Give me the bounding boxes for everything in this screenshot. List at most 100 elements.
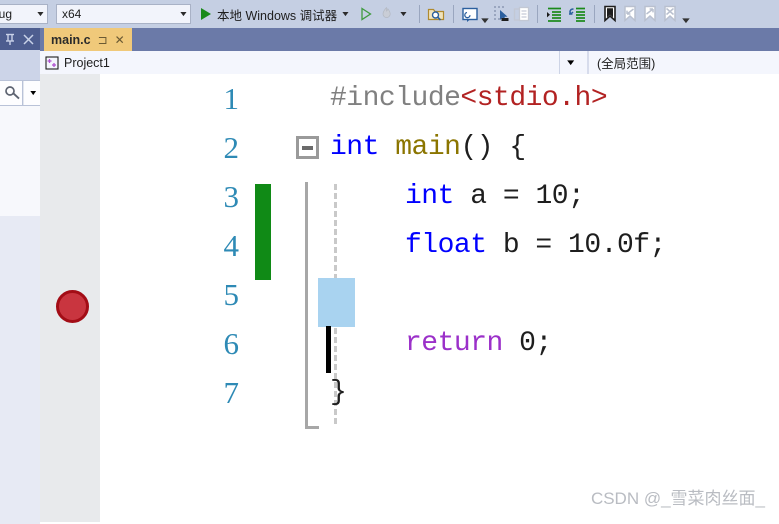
code-line-text: int main() { bbox=[330, 123, 526, 172]
code-editor[interactable]: 1 #include<stdio.h> 2 int main() { 3 int a = … bbox=[40, 74, 779, 522]
scope-selector[interactable]: (全局范围) bbox=[583, 51, 779, 74]
close-icon[interactable] bbox=[22, 33, 35, 46]
line-number: 5 bbox=[223, 277, 240, 312]
code-token: <stdio.h> bbox=[460, 83, 608, 114]
solution-platform-value: x64 bbox=[62, 7, 82, 21]
code-line[interactable]: 1 #include<stdio.h> bbox=[100, 74, 779, 123]
code-token: int bbox=[330, 132, 379, 163]
code-line[interactable]: 5 bbox=[100, 270, 779, 319]
chevron-down-icon[interactable]: ▼ bbox=[554, 51, 589, 74]
line-number: 7 bbox=[223, 375, 240, 410]
uncomment-selection-button[interactable] bbox=[491, 0, 511, 28]
chevron-down-icon: ▼ bbox=[178, 10, 189, 18]
line-number: 4 bbox=[223, 228, 240, 263]
tab-label: main.c bbox=[51, 32, 91, 47]
start-debugging-button[interactable]: 本地 Windows 调试器 ▼ bbox=[191, 0, 356, 28]
code-token: ; bbox=[649, 230, 667, 261]
comment-selection-button[interactable]: ▼ bbox=[459, 0, 491, 28]
solution-configuration-value: bug bbox=[0, 7, 13, 21]
document-tab-strip: main.c ⊐ ✕ bbox=[40, 28, 779, 51]
structure-guide-foot bbox=[305, 426, 319, 429]
close-icon[interactable]: ✕ bbox=[115, 33, 125, 47]
line-number: 6 bbox=[223, 326, 240, 361]
line-number: 2 bbox=[223, 130, 240, 165]
code-token: 0 bbox=[519, 328, 536, 359]
code-token: #include bbox=[330, 83, 461, 114]
code-token: b = bbox=[486, 230, 569, 261]
code-line[interactable]: 7} bbox=[100, 368, 779, 417]
code-line[interactable]: 4 float b = 10.0f; bbox=[100, 221, 779, 270]
left-tool-window-titlebar bbox=[0, 28, 40, 50]
next-bookmark-button[interactable] bbox=[640, 0, 660, 28]
chevron-down-icon[interactable]: ▼ bbox=[340, 11, 350, 18]
breakpoint-gutter[interactable] bbox=[40, 74, 100, 522]
start-debug-play-icon bbox=[201, 8, 211, 20]
left-tool-window-search[interactable]: ▼ bbox=[0, 80, 40, 106]
previous-bookmark-button[interactable] bbox=[620, 0, 640, 28]
code-lines: 1 #include<stdio.h> 2 int main() { 3 int a = … bbox=[100, 74, 779, 417]
tab-main-c[interactable]: main.c ⊐ ✕ bbox=[44, 28, 132, 51]
code-token: () { bbox=[460, 132, 526, 163]
csdn-watermark: CSDN @_雪菜肉丝面_ bbox=[590, 489, 765, 508]
code-token: main bbox=[395, 132, 461, 163]
code-token: return bbox=[405, 328, 503, 359]
line-number: 3 bbox=[223, 179, 240, 214]
code-token: float bbox=[405, 230, 487, 261]
code-line-text: int a = 10; bbox=[405, 172, 585, 221]
chevron-down-icon[interactable]: ▼ bbox=[398, 11, 408, 18]
visual-studio-window: bug ▼ x64 ▼ 本地 Windows 调试器 ▼ ▼ bbox=[0, 0, 779, 524]
left-tool-window-list bbox=[0, 106, 40, 216]
left-tool-window: ▼ bbox=[0, 28, 40, 524]
comment-box-icon bbox=[462, 7, 478, 22]
code-line-text: float b = 10.0f; bbox=[405, 221, 666, 270]
code-token: int bbox=[405, 181, 454, 212]
left-tool-window-body bbox=[0, 216, 40, 524]
solution-configuration-combo[interactable]: bug ▼ bbox=[0, 4, 48, 24]
code-text-area[interactable]: 1 #include<stdio.h> 2 int main() { 3 int a = … bbox=[100, 74, 779, 522]
paste-lines-button[interactable] bbox=[511, 0, 532, 28]
line-number: 1 bbox=[223, 81, 240, 116]
toolbar-separator bbox=[536, 5, 538, 23]
code-line-text: #include<stdio.h> bbox=[330, 74, 608, 123]
code-token: 10.0f bbox=[568, 230, 650, 261]
attach-process-play-icon bbox=[361, 7, 372, 21]
code-line[interactable]: 6 return 0; bbox=[100, 319, 779, 368]
toggle-bookmark-icon bbox=[604, 5, 616, 23]
increase-indent-icon bbox=[546, 7, 561, 22]
hot-reload-button[interactable]: ▼ bbox=[376, 0, 414, 28]
debug-target-label: 本地 Windows 调试器 bbox=[217, 8, 338, 23]
project-add-icon bbox=[45, 55, 59, 70]
code-line-text: } bbox=[330, 368, 347, 417]
pin-icon[interactable]: ⊐ bbox=[98, 33, 108, 47]
breakpoint-marker[interactable] bbox=[56, 290, 89, 323]
toolbar-separator bbox=[593, 5, 595, 23]
chevron-down-icon: ▼ bbox=[35, 10, 46, 18]
code-line-text: return 0; bbox=[405, 319, 552, 368]
decrease-indent-button[interactable] bbox=[566, 0, 589, 28]
code-token: ; bbox=[535, 328, 552, 359]
toggle-bookmark-button[interactable] bbox=[600, 0, 620, 28]
editor-navigation-bar: Project1 ▼ (全局范围) bbox=[40, 51, 779, 75]
increase-indent-button[interactable] bbox=[543, 0, 566, 28]
clear-bookmarks-button[interactable] bbox=[660, 0, 680, 28]
code-line[interactable]: 2 int main() { bbox=[100, 123, 779, 172]
select-cursor-icon bbox=[493, 6, 509, 21]
pin-icon[interactable] bbox=[4, 33, 16, 46]
overflow-chevron-icon[interactable]: ▼ bbox=[680, 16, 693, 25]
find-in-files-button[interactable] bbox=[425, 0, 448, 28]
find-in-folder-icon bbox=[427, 8, 445, 21]
code-line[interactable]: 3 int a = 10; bbox=[100, 172, 779, 221]
project-name: Project1 bbox=[64, 55, 110, 70]
clear-bookmarks-icon bbox=[664, 5, 676, 23]
chevron-down-icon[interactable]: ▼ bbox=[479, 16, 492, 25]
code-token: } bbox=[330, 377, 347, 408]
start-without-debugging-button[interactable] bbox=[356, 0, 376, 28]
toolbar-separator bbox=[419, 5, 421, 23]
copy-lines-icon bbox=[513, 6, 530, 21]
decrease-indent-icon bbox=[568, 7, 585, 22]
code-token: 10 bbox=[535, 181, 569, 212]
project-selector[interactable]: Project1 bbox=[40, 51, 560, 74]
solution-platform-combo[interactable]: x64 ▼ bbox=[56, 4, 191, 24]
